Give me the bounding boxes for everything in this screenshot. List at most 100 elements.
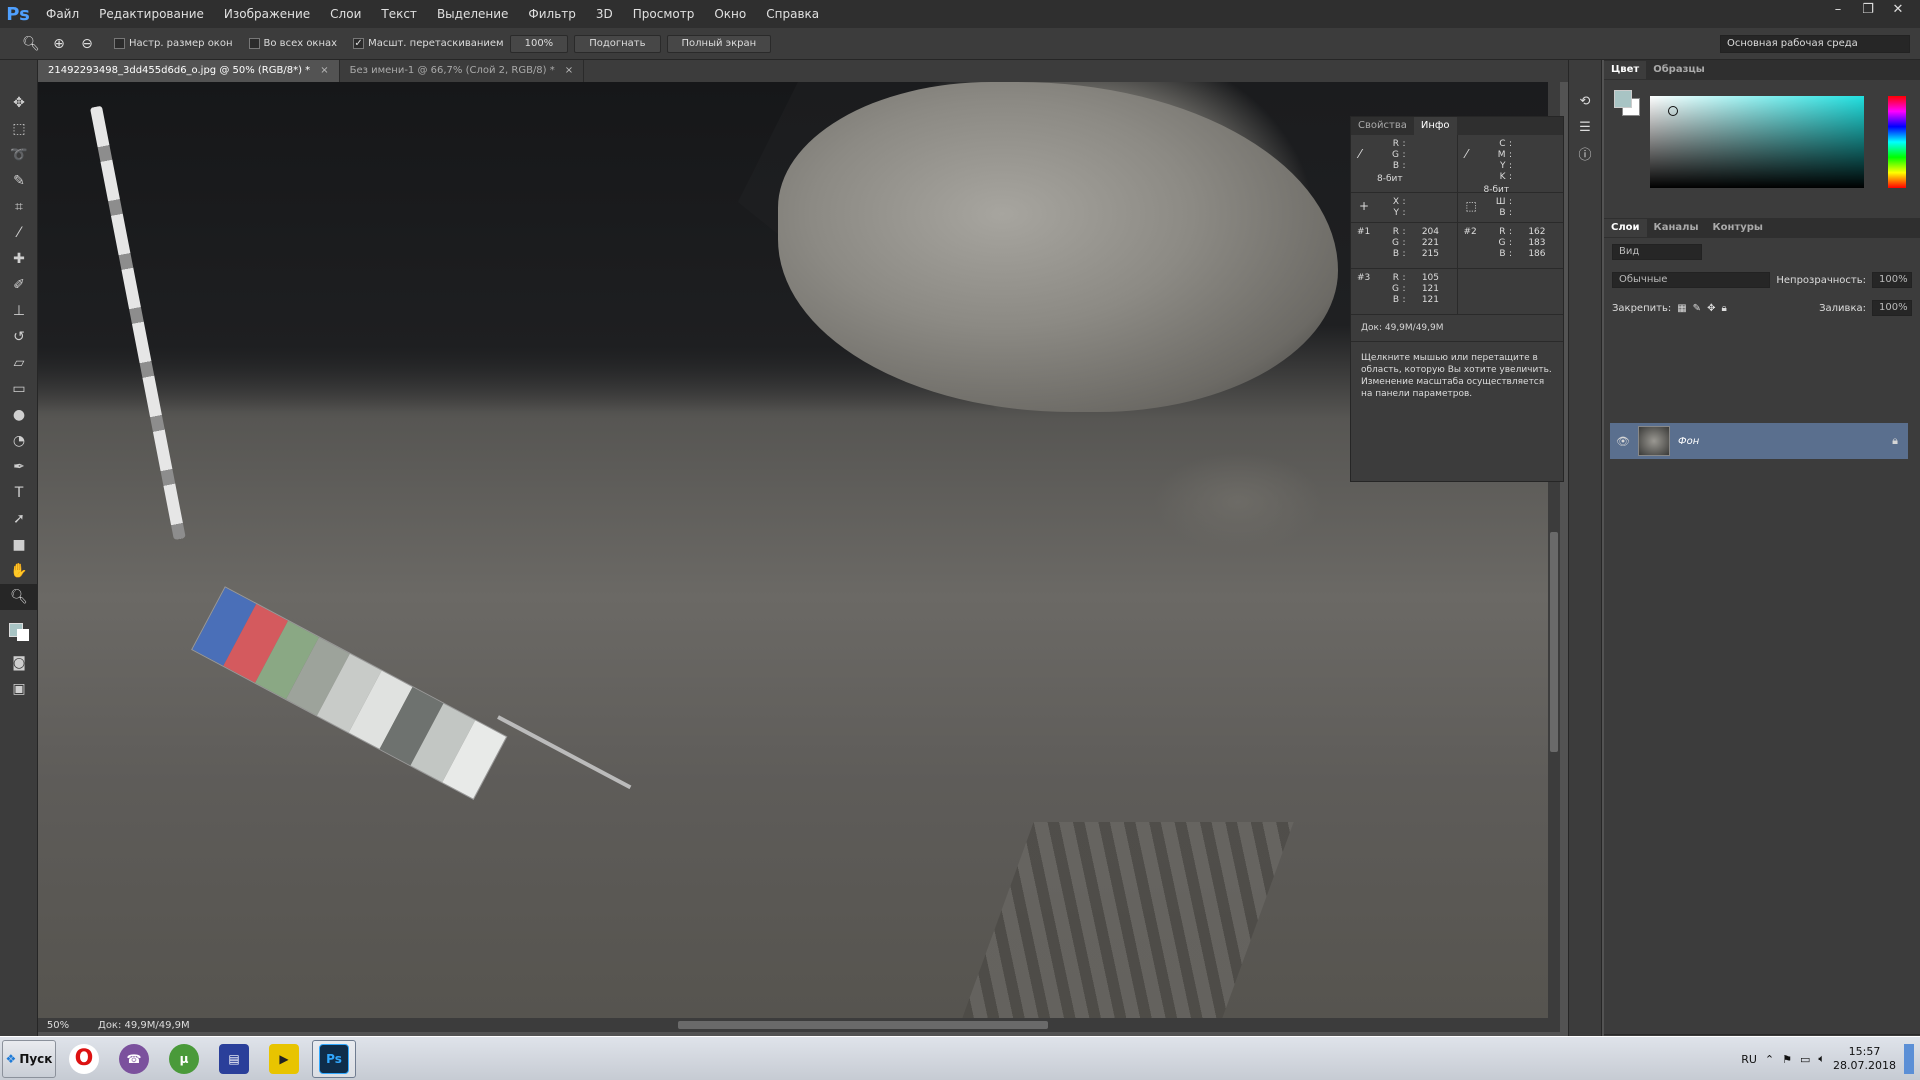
quick-select-tool-icon[interactable]: ✎ <box>0 168 38 194</box>
path-select-tool-icon[interactable]: ➚ <box>0 506 38 532</box>
checkbox-box[interactable] <box>114 38 125 49</box>
menu-image[interactable]: Изображение <box>214 0 320 28</box>
zoom-out-icon[interactable]: ⊖ <box>76 33 98 55</box>
taskbar-photoshop[interactable]: Ps <box>312 1039 356 1078</box>
crop-tool-icon[interactable]: ⌗ <box>0 194 38 220</box>
close-button[interactable]: ✕ <box>1884 0 1912 18</box>
menu-window[interactable]: Окно <box>704 0 756 28</box>
type-tool-icon[interactable]: T <box>0 480 38 506</box>
menu-filter[interactable]: Фильтр <box>518 0 585 28</box>
fill-field[interactable]: 100% <box>1872 300 1912 316</box>
taskbar-opera[interactable]: O <box>62 1040 106 1078</box>
dodge-tool-icon[interactable]: ◔ <box>0 428 38 454</box>
marquee-tool-icon[interactable]: ⬚ <box>0 116 38 142</box>
color-field[interactable] <box>1650 96 1864 188</box>
tab-info[interactable]: Инфо <box>1413 117 1457 135</box>
sampler-2-b: 186 <box>1528 249 1546 259</box>
fit-screen-button[interactable]: Подогнать <box>574 34 661 53</box>
info-icon[interactable]: ⓘ <box>1569 140 1601 166</box>
taskbar-save[interactable]: ▤ <box>212 1040 256 1078</box>
workspace-select[interactable]: Основная рабочая среда <box>1720 35 1910 53</box>
eraser-tool-icon[interactable]: ▱ <box>0 350 38 376</box>
history-icon[interactable]: ⟲ <box>1569 88 1601 114</box>
hue-slider[interactable] <box>1888 96 1906 188</box>
hand-tool-icon[interactable]: ✋ <box>0 558 38 584</box>
gradient-tool-icon[interactable]: ▭ <box>0 376 38 402</box>
opacity-field[interactable]: 100% <box>1872 272 1912 288</box>
layer-name[interactable]: Фон <box>1678 436 1884 447</box>
brush-tool-icon[interactable]: ✐ <box>0 272 38 298</box>
foreground-color-swatch[interactable] <box>1614 90 1632 108</box>
zoom-in-icon[interactable]: ⊕ <box>48 33 70 55</box>
network-icon[interactable]: ⚑ <box>1782 1053 1792 1066</box>
checkbox-box[interactable] <box>248 38 260 49</box>
restore-button[interactable]: ❐ <box>1854 0 1882 18</box>
menu-text[interactable]: Текст <box>371 0 427 28</box>
blur-tool-icon[interactable]: ● <box>0 402 38 428</box>
zoom-tool-preset-icon[interactable]: 🔍︎ <box>20 33 42 55</box>
move-tool-icon[interactable]: ✥ <box>0 90 38 116</box>
healing-tool-icon[interactable]: ✚ <box>0 246 38 272</box>
volume-icon[interactable]: 🔈︎ <box>1818 1052 1825 1066</box>
clock[interactable]: 15:57 28.07.2018 <box>1833 1045 1896 1073</box>
quick-mask-icon[interactable]: ◙ <box>0 650 38 676</box>
all-windows-checkbox[interactable]: Во всех окнах <box>248 38 337 49</box>
language-indicator[interactable]: RU <box>1741 1053 1757 1066</box>
screen-mode-icon[interactable]: ▣ <box>0 676 38 702</box>
pen-tool-icon[interactable]: ✒ <box>0 454 38 480</box>
eyedropper-tool-icon[interactable]: ⁄ <box>0 220 38 246</box>
show-desktop-icon[interactable] <box>1904 1044 1914 1074</box>
close-tab-icon[interactable]: × <box>320 65 328 76</box>
layer-row[interactable]: 👁︎ Фон 🔒︎ <box>1610 423 1908 459</box>
menu-layers[interactable]: Слои <box>320 0 371 28</box>
taskbar-utorrent[interactable]: µ <box>162 1040 206 1078</box>
shape-tool-icon[interactable]: ■ <box>0 532 38 558</box>
document-canvas[interactable] <box>38 82 1548 1018</box>
fill-screen-button[interactable]: Полный экран <box>666 34 772 53</box>
tab-layers[interactable]: Слои <box>1604 219 1647 237</box>
history-brush-tool-icon[interactable]: ↺ <box>0 324 38 350</box>
minimize-button[interactable]: – <box>1824 0 1852 18</box>
doc-tab[interactable]: Без имени-1 @ 66,7% (Слой 2, RGB/8) * × <box>340 60 585 82</box>
resize-windows-checkbox[interactable]: Настр. размер окон <box>114 38 233 49</box>
stamp-tool-icon[interactable]: ⊥ <box>0 298 38 324</box>
close-tab-icon[interactable]: × <box>565 65 573 76</box>
tab-color[interactable]: Цвет <box>1604 61 1647 79</box>
zoom-level[interactable]: 50% <box>38 1020 78 1031</box>
doc-tab-active[interactable]: 21492293498_3dd455d6d6_o.jpg @ 50% (RGB/… <box>38 60 340 82</box>
tab-swatches[interactable]: Образцы <box>1646 61 1712 79</box>
menu-edit[interactable]: Редактирование <box>89 0 214 28</box>
rgb-readout: ⁄ R: G: B: 8-бит <box>1351 135 1457 192</box>
opacity-label: Непрозрачность: <box>1776 274 1866 286</box>
menu-3d[interactable]: 3D <box>586 0 623 28</box>
taskbar-viber[interactable]: ☎ <box>112 1040 156 1078</box>
horizontal-scroll-thumb[interactable] <box>678 1021 1048 1029</box>
lock-brush-icon[interactable]: ✎ <box>1693 303 1701 314</box>
blend-mode-select[interactable]: Обычные <box>1612 272 1771 288</box>
lasso-tool-icon[interactable]: ➰ <box>0 142 38 168</box>
color-swatches-icon[interactable] <box>0 610 38 650</box>
tab-paths[interactable]: Контуры <box>1706 219 1770 237</box>
display-icon[interactable]: ▭ <box>1800 1053 1810 1066</box>
scrubby-zoom-checkbox[interactable]: ✓ Масшт. перетаскиванием <box>353 38 504 49</box>
lock-pixels-icon[interactable]: ▦ <box>1677 303 1686 314</box>
zoom-100-button[interactable]: 100% <box>509 34 569 53</box>
menu-view[interactable]: Просмотр <box>623 0 705 28</box>
menu-select[interactable]: Выделение <box>427 0 518 28</box>
lock-all-icon[interactable]: 🔒︎ <box>1721 303 1726 314</box>
properties-icon[interactable]: ☰ <box>1569 114 1601 140</box>
scroll-thumb[interactable] <box>1550 532 1558 752</box>
lock-move-icon[interactable]: ✥ <box>1707 303 1715 314</box>
taskbar-player[interactable]: ▶ <box>262 1040 306 1078</box>
color-picker-cursor[interactable] <box>1668 106 1678 116</box>
tab-channels[interactable]: Каналы <box>1647 219 1706 237</box>
visibility-eye-icon[interactable]: 👁︎ <box>1616 435 1630 448</box>
menu-help[interactable]: Справка <box>756 0 829 28</box>
menu-file[interactable]: Файл <box>36 0 89 28</box>
zoom-tool-icon[interactable]: 🔍︎ <box>0 584 38 610</box>
tray-arrow-icon[interactable]: ⌃ <box>1765 1053 1774 1066</box>
tab-properties[interactable]: Свойства <box>1351 117 1414 135</box>
layer-kind-filter[interactable]: Вид <box>1612 244 1702 260</box>
checkbox-checked[interactable]: ✓ <box>353 38 365 49</box>
start-button[interactable]: ❖ Пуск <box>2 1039 56 1078</box>
